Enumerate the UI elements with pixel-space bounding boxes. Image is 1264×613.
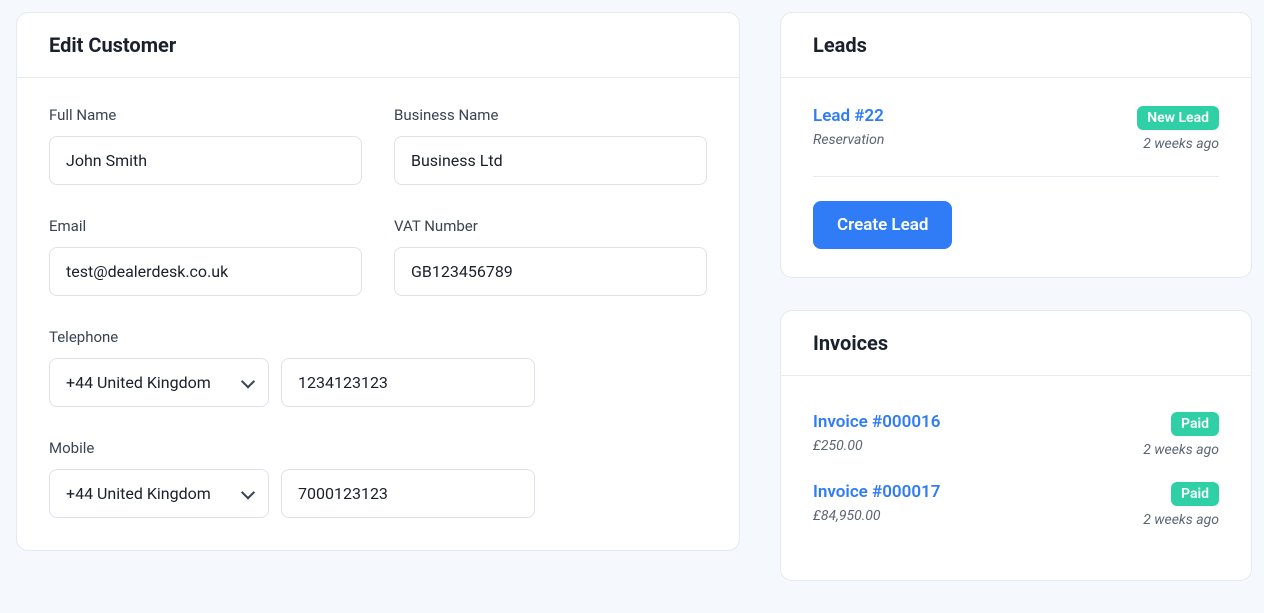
lead-status-badge: New Lead <box>1137 106 1219 130</box>
invoice-amount: £250.00 <box>813 438 940 454</box>
full-name-label: Full Name <box>49 106 362 124</box>
vat-number-input[interactable] <box>394 247 707 296</box>
lead-link[interactable]: Lead #22 <box>813 106 884 126</box>
telephone-country-select-wrap[interactable]: +44 United Kingdom <box>49 358 269 407</box>
invoices-card: Invoices Invoice #000016 £250.00 Paid 2 … <box>780 310 1252 581</box>
full-name-input[interactable] <box>49 136 362 185</box>
business-name-label: Business Name <box>394 106 707 124</box>
business-name-input[interactable] <box>394 136 707 185</box>
telephone-number-input[interactable] <box>281 358 535 407</box>
mobile-country-select[interactable]: +44 United Kingdom <box>49 469 269 518</box>
invoice-item: Invoice #000016 £250.00 Paid 2 weeks ago <box>813 412 1219 482</box>
invoices-title: Invoices <box>813 331 1219 355</box>
mobile-number-input[interactable] <box>281 469 535 518</box>
invoice-amount: £84,950.00 <box>813 508 940 524</box>
edit-customer-header: Edit Customer <box>17 13 739 78</box>
leads-title: Leads <box>813 33 1219 57</box>
vat-number-label: VAT Number <box>394 217 707 235</box>
edit-customer-card: Edit Customer Full Name Business Name Em… <box>16 12 740 551</box>
lead-item: Lead #22 Reservation New Lead 2 weeks ag… <box>813 102 1219 177</box>
lead-time: 2 weeks ago <box>1143 136 1219 152</box>
invoice-status-badge: Paid <box>1171 482 1219 506</box>
invoice-link[interactable]: Invoice #000017 <box>813 482 940 502</box>
mobile-country-select-wrap[interactable]: +44 United Kingdom <box>49 469 269 518</box>
invoice-time: 2 weeks ago <box>1143 442 1219 458</box>
email-label: Email <box>49 217 362 235</box>
lead-subtitle: Reservation <box>813 132 884 148</box>
leads-header: Leads <box>781 13 1251 78</box>
mobile-label: Mobile <box>49 439 707 457</box>
invoices-header: Invoices <box>781 311 1251 376</box>
leads-card: Leads Lead #22 Reservation New Lead 2 we… <box>780 12 1252 278</box>
telephone-label: Telephone <box>49 328 707 346</box>
invoice-status-badge: Paid <box>1171 412 1219 436</box>
invoice-link[interactable]: Invoice #000016 <box>813 412 940 432</box>
edit-customer-title: Edit Customer <box>49 33 707 57</box>
invoice-time: 2 weeks ago <box>1143 512 1219 528</box>
create-lead-button[interactable]: Create Lead <box>813 201 952 249</box>
telephone-country-select[interactable]: +44 United Kingdom <box>49 358 269 407</box>
email-input[interactable] <box>49 247 362 296</box>
invoice-item: Invoice #000017 £84,950.00 Paid 2 weeks … <box>813 482 1219 552</box>
